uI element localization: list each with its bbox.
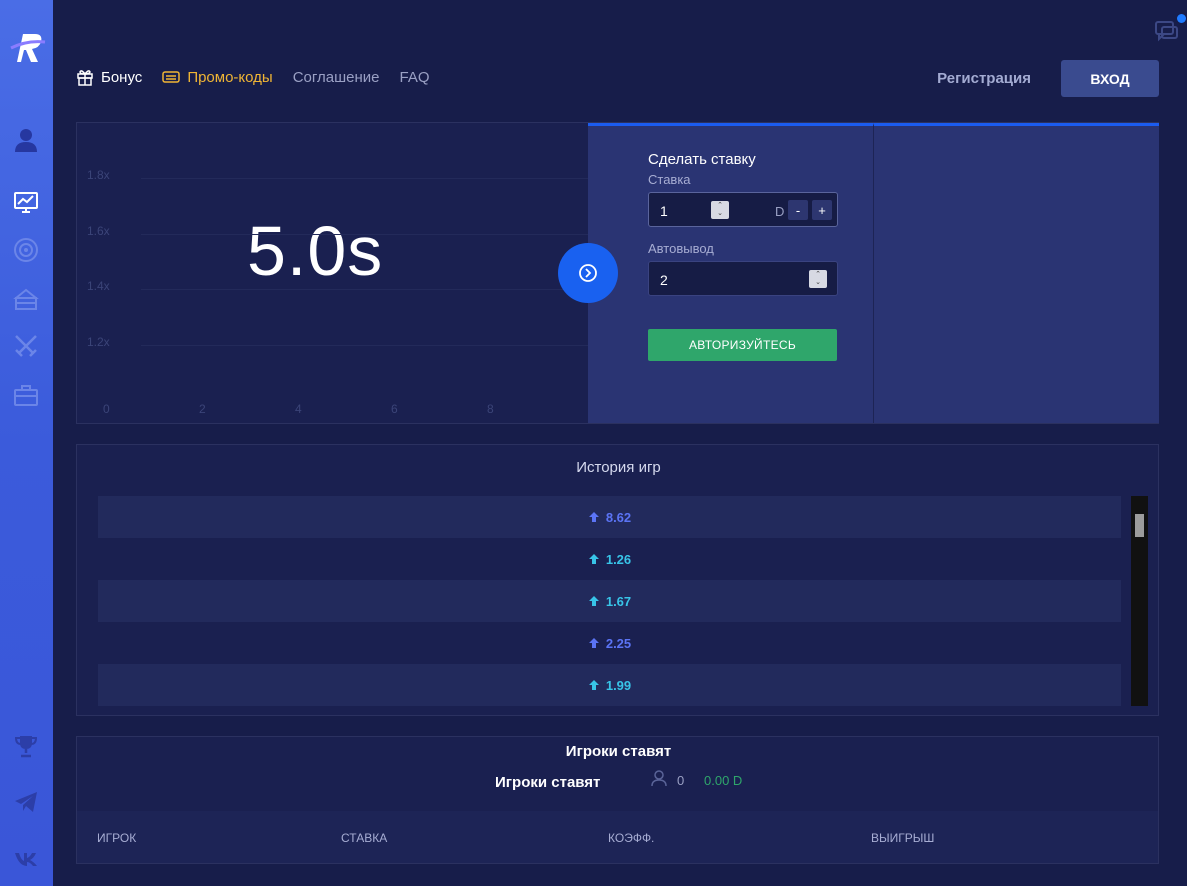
nav-bonus[interactable]: Бонус: [76, 68, 142, 86]
grid-line: [141, 345, 588, 346]
scroll-thumb[interactable]: [1135, 514, 1144, 537]
stake-spinner[interactable]: ⌃ ⌄: [711, 201, 729, 219]
stake-input[interactable]: 1 ⌃ ⌄ D - +: [648, 192, 838, 227]
arrow-up-icon: [588, 554, 599, 564]
stake-value: 1: [660, 203, 668, 219]
autocash-value: 2: [660, 272, 668, 288]
col-win: ВЫИГРЫШ: [871, 831, 935, 845]
history-title: История игр: [576, 459, 661, 476]
history-value: 1.99: [605, 677, 632, 693]
stake-label: Ставка: [648, 172, 691, 187]
game-panel: 5.0s 1.8x 1.6x 1.4x 1.2x 0 2 4 6 8 Сделать ставк…: [76, 122, 1159, 424]
players-title: Игроки ставят: [565, 743, 672, 760]
history-value: 2.25: [605, 635, 632, 651]
trophy-icon[interactable]: [12, 732, 40, 760]
live-bets-panel: [873, 123, 1159, 423]
crash-chart: 5.0s 1.8x 1.6x 1.4x 1.2x 0 2 4 6 8: [77, 123, 588, 423]
nav-promo[interactable]: Промо-коды: [162, 68, 273, 86]
user-icon[interactable]: [12, 126, 40, 154]
players-bets: Игроки ставят Игроки ставят 0 0.00 D ИГР…: [76, 736, 1159, 864]
nav-faq-label: FAQ: [399, 68, 430, 86]
grid-line: [141, 234, 588, 235]
x-tick-label: 0: [103, 402, 110, 416]
x-tick-label: 8: [487, 402, 494, 416]
round-timer: 5.0s: [247, 212, 384, 290]
history-row: 8.62: [98, 496, 1121, 538]
x-tick-label: 4: [295, 402, 302, 416]
briefcase-icon[interactable]: [12, 381, 40, 409]
grid-line: [141, 289, 588, 290]
y-tick-label: 1.4x: [87, 279, 110, 293]
user-icon: [650, 769, 668, 787]
chat-notification-dot: [1177, 14, 1186, 23]
arrow-up-icon: [588, 596, 599, 606]
bets-table-header: ИГРОК СТАВКА КОЭФФ. ВЫИГРЫШ: [77, 811, 1158, 863]
main-nav: Бонус Промо-коды Соглашение FAQ: [76, 68, 450, 86]
arrow-up-icon: [588, 512, 599, 522]
players-subtitle: Игроки ставят: [495, 774, 601, 791]
y-tick-label: 1.8x: [87, 168, 110, 182]
vk-icon[interactable]: [12, 844, 40, 872]
ticket-icon: [162, 71, 181, 83]
nav-agreement[interactable]: Соглашение: [293, 69, 380, 86]
nav-faq[interactable]: FAQ: [400, 69, 430, 86]
register-link[interactable]: Регистрация: [937, 70, 1031, 87]
history-value: 1.67: [605, 593, 632, 609]
history-row: 1.99: [98, 664, 1121, 706]
col-player: ИГРОК: [97, 831, 137, 845]
history-value: 1.26: [605, 551, 632, 567]
history-list: 8.62 1.26 1.67 2.25 1.99: [98, 496, 1121, 706]
y-tick-label: 1.2x: [87, 335, 110, 349]
grid-line: [141, 178, 588, 179]
autocash-spinner[interactable]: ⌃ ⌄: [809, 270, 827, 288]
top-bar: Бонус Промо-коды Соглашение FAQ Регистра…: [53, 0, 1187, 110]
chat-icon[interactable]: [1153, 18, 1179, 44]
gift-icon: [77, 70, 93, 86]
stake-minus-button[interactable]: -: [788, 200, 808, 220]
arrow-up-icon: [588, 638, 599, 648]
swords-icon[interactable]: [12, 332, 40, 360]
login-button[interactable]: ВХОД: [1061, 60, 1159, 97]
logo-icon[interactable]: [9, 28, 47, 64]
arrow-up-icon: [588, 680, 599, 690]
autocash-label: Автовывод: [648, 241, 714, 256]
nav-promo-label: Промо-коды: [187, 68, 273, 86]
target-icon[interactable]: [12, 236, 40, 264]
play-button[interactable]: [558, 243, 618, 303]
history-value: 8.62: [605, 509, 632, 525]
col-coef: КОЭФФ.: [608, 831, 655, 845]
nav-bonus-label: Бонус: [101, 68, 143, 86]
authorize-button[interactable]: АВТОРИЗУЙТЕСЬ: [648, 329, 837, 361]
chevron-right-circle-icon: [579, 264, 597, 282]
history-row: 1.26: [98, 538, 1121, 580]
players-sum: 0.00 D: [704, 773, 743, 788]
monitor-chart-icon[interactable]: [12, 188, 40, 216]
nav-agreement-label: Соглашение: [292, 68, 380, 86]
players-count: 0: [677, 773, 685, 788]
treasure-icon[interactable]: [12, 285, 40, 313]
history-scrollbar[interactable]: [1131, 496, 1148, 706]
x-tick-label: 6: [391, 402, 398, 416]
game-history: История игр 8.62 1.26 1.67 2.25 1.99: [76, 444, 1159, 716]
y-tick-label: 1.6x: [87, 224, 110, 238]
autocash-input[interactable]: 2 ⌃ ⌄: [648, 261, 838, 296]
telegram-icon[interactable]: [12, 788, 40, 816]
history-row: 2.25: [98, 622, 1121, 664]
col-stake: СТАВКА: [341, 831, 388, 845]
sidebar: [0, 0, 53, 886]
stake-currency: D: [775, 204, 785, 219]
bet-form: Сделать ставку Ставка 1 ⌃ ⌄ D - + Автовыв…: [588, 123, 873, 423]
bet-title: Сделать ставку: [648, 151, 756, 168]
x-tick-label: 2: [199, 402, 206, 416]
history-row: 1.67: [98, 580, 1121, 622]
stake-plus-button[interactable]: +: [812, 200, 832, 220]
